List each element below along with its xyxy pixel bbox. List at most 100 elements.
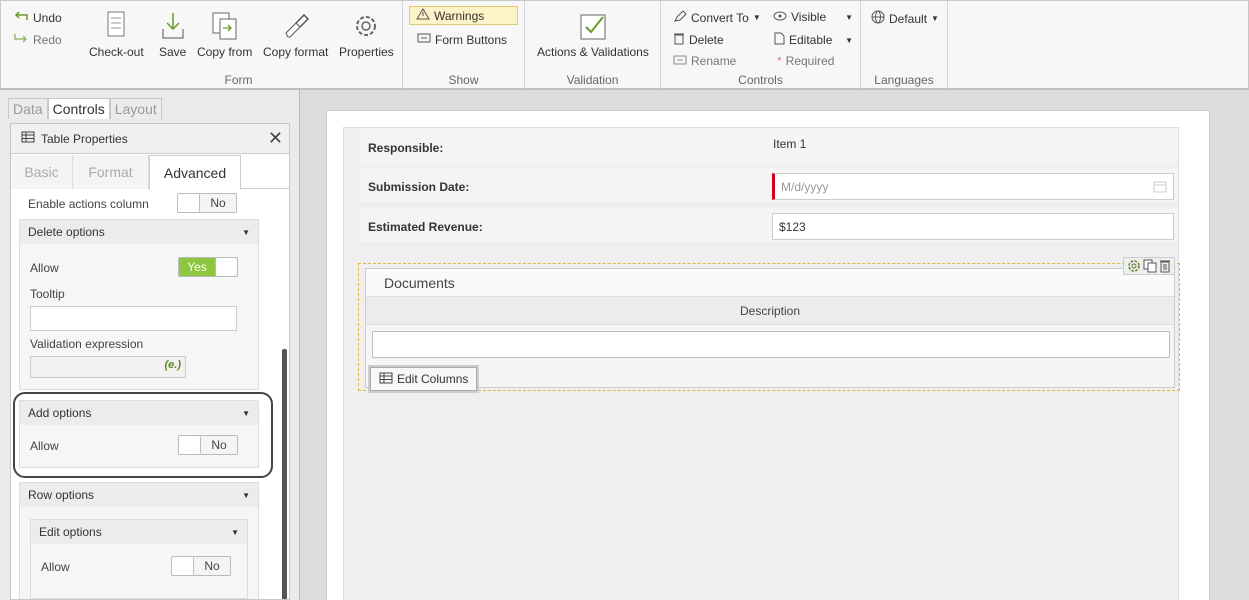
actions-validations-button[interactable]: Actions & Validations [537, 9, 649, 59]
chevron-down-icon: ▼ [845, 12, 853, 22]
delete-allow-label: Allow [30, 261, 59, 275]
warnings-button[interactable]: Warnings [409, 6, 518, 25]
expression-icon[interactable]: (e.) [165, 359, 182, 371]
delete-options-section: Delete options ▼ Allow Yes Tooltip Valid… [19, 219, 259, 390]
tooltip-label: Tooltip [30, 287, 65, 301]
tooltip-input[interactable] [30, 306, 237, 331]
globe-icon [871, 10, 885, 27]
chevron-down-icon: ▼ [931, 14, 939, 23]
estimated-revenue-input[interactable]: $123 [772, 213, 1174, 240]
gear-icon[interactable] [1127, 259, 1141, 273]
rename-icon [673, 54, 687, 68]
warning-icon [416, 8, 430, 23]
description-cell-input[interactable] [372, 331, 1170, 358]
editable-button[interactable]: Editable ▼ [773, 32, 853, 48]
tab-basic[interactable]: Basic [11, 155, 73, 189]
submission-date-row[interactable]: Submission Date: M/d/yyyy [360, 168, 1178, 202]
gear-icon [351, 9, 381, 43]
eye-icon [773, 10, 787, 24]
properties-button[interactable]: Properties [339, 9, 394, 59]
pencil-icon [673, 10, 687, 25]
props-title: Table Properties [41, 131, 128, 146]
check-out-icon [105, 9, 127, 43]
undo-button[interactable]: Undo [13, 10, 62, 25]
table-icon [21, 131, 35, 146]
chevron-down-icon: ▼ [845, 35, 853, 45]
submission-date-label: Submission Date: [368, 180, 470, 194]
controls-group: Convert To ▼ Delete Rename Visible ▼ Edi… [661, 1, 861, 89]
undo-icon [13, 10, 29, 25]
check-out-button[interactable]: Check-out [89, 9, 144, 59]
tab-controls[interactable]: Controls [47, 98, 110, 119]
convert-to-button[interactable]: Convert To ▼ [673, 10, 761, 25]
table-title: Documents [366, 269, 1174, 297]
redo-button[interactable]: Redo [13, 32, 62, 47]
save-icon [160, 9, 186, 43]
copy-icon[interactable] [1143, 259, 1157, 273]
rename-button[interactable]: Rename [673, 54, 736, 68]
redo-icon [13, 32, 29, 47]
left-panel: Data Controls Layout Table Properties ✕ … [0, 90, 300, 600]
submission-date-input[interactable]: M/d/yyyy [772, 173, 1174, 200]
required-button[interactable]: * Required [777, 54, 834, 68]
form-page: Responsible: Item 1 Submission Date: M/d… [326, 110, 1210, 600]
checkmark-icon [579, 9, 607, 43]
trash-icon [673, 32, 685, 48]
tab-data[interactable]: Data [8, 98, 48, 119]
row-options-header[interactable]: Row options ▼ [20, 483, 258, 507]
show-group: Warnings Form Buttons Show [403, 1, 525, 89]
responsible-value: Item 1 [773, 137, 807, 151]
asterisk-icon: * [777, 54, 782, 68]
delete-allow-toggle[interactable]: Yes [178, 257, 238, 277]
responsible-label: Responsible: [368, 141, 444, 155]
brush-icon [282, 9, 310, 43]
trash-icon[interactable] [1159, 259, 1171, 273]
form-buttons-icon [417, 32, 431, 47]
props-header: Table Properties [11, 124, 289, 154]
validation-group: Actions & Validations Validation [525, 1, 661, 89]
language-default-button[interactable]: Default ▼ [871, 10, 939, 27]
delete-button[interactable]: Delete [673, 32, 724, 48]
copy-from-icon [211, 9, 239, 43]
edit-columns-button[interactable]: Edit Columns [370, 367, 478, 391]
chevron-down-icon: ▼ [242, 227, 250, 237]
edit-doc-icon [773, 32, 785, 48]
form-group: Check-out Save Copy from Copy format Pro… [75, 1, 403, 89]
panel-tabs: Data Controls Layout [8, 98, 162, 119]
estimated-revenue-label: Estimated Revenue: [368, 220, 483, 234]
undo-redo-group: Undo Redo [1, 1, 75, 89]
enable-actions-toggle[interactable]: No [177, 193, 237, 213]
design-canvas: Responsible: Item 1 Submission Date: M/d… [302, 92, 1249, 600]
tab-format[interactable]: Format [73, 155, 149, 189]
copy-from-button[interactable]: Copy from [197, 9, 252, 59]
props-content: Enable actions column No Delete options … [11, 190, 279, 599]
close-icon[interactable]: ✕ [268, 128, 283, 149]
chevron-down-icon: ▼ [752, 13, 761, 22]
table-icon [379, 372, 393, 387]
chevron-down-icon: ▼ [242, 490, 250, 500]
form-body: Responsible: Item 1 Submission Date: M/d… [343, 127, 1180, 600]
estimated-revenue-row[interactable]: Estimated Revenue: $123 [360, 208, 1178, 242]
table-properties-panel: Table Properties ✕ Basic Format Advanced… [10, 123, 290, 600]
column-header-description[interactable]: Description [366, 297, 1174, 325]
calendar-icon[interactable] [1153, 180, 1167, 196]
tab-layout[interactable]: Layout [109, 98, 162, 119]
delete-options-header[interactable]: Delete options ▼ [20, 220, 258, 244]
visible-button[interactable]: Visible ▼ [773, 10, 853, 24]
responsible-row[interactable]: Responsible: Item 1 [360, 128, 1178, 164]
row-options-section: Row options ▼ Edit options ▼ Allow No [19, 482, 259, 599]
chevron-down-icon: ▼ [231, 527, 239, 537]
form-buttons-button[interactable]: Form Buttons [417, 32, 507, 47]
validation-expression-input[interactable]: (e.) [30, 356, 186, 378]
edit-options-header[interactable]: Edit options ▼ [31, 520, 247, 544]
edit-allow-toggle[interactable]: No [171, 556, 231, 576]
edit-options-section: Edit options ▼ Allow No [30, 519, 248, 599]
save-button[interactable]: Save [159, 9, 186, 59]
ribbon: Undo Redo Check-out Save Copy from Copy … [0, 0, 1249, 90]
props-scrollbar[interactable] [282, 349, 287, 599]
copy-format-button[interactable]: Copy format [263, 9, 328, 59]
props-sub-tabs: Basic Format Advanced [11, 155, 289, 190]
tab-advanced[interactable]: Advanced [149, 155, 241, 190]
documents-table-selection[interactable]: Documents Description Edit Columns [358, 257, 1180, 391]
documents-table[interactable]: Documents Description Edit Columns [365, 268, 1175, 391]
